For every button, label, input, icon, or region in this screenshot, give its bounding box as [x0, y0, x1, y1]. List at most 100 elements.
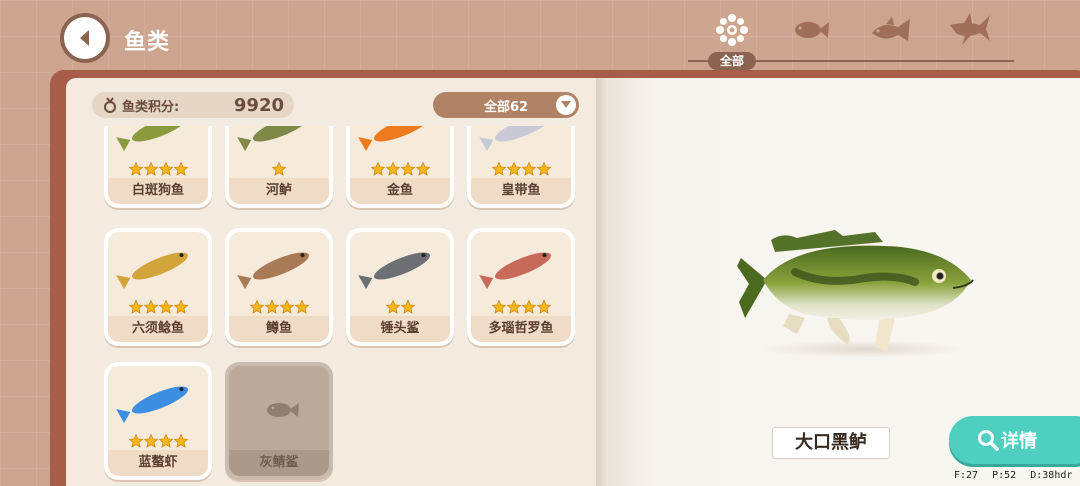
star-icon — [158, 162, 173, 176]
medium-fish-icon — [872, 17, 910, 41]
rating-stars — [471, 162, 571, 176]
card-body: 锤头鲨 — [350, 232, 450, 342]
debug-d: D:38hdr — [1030, 470, 1073, 481]
star-icon — [491, 162, 506, 176]
score-value: 9920 — [233, 94, 284, 116]
star-icon — [128, 434, 143, 448]
star-icon — [506, 300, 521, 314]
locked-fish-icon — [267, 403, 299, 417]
star-icon — [143, 434, 158, 448]
fish-card-locked[interactable]: 灰鲭鲨 — [225, 362, 333, 480]
fish-card[interactable]: 鳟鱼 — [225, 228, 333, 346]
fish-image — [116, 386, 188, 424]
star-icon — [385, 300, 400, 314]
fish-name: 金鱼 — [350, 178, 450, 204]
rating-stars — [229, 300, 329, 314]
largemouth-bass-image — [737, 230, 974, 352]
details-button[interactable]: 详情 — [949, 416, 1080, 464]
star-icon — [173, 300, 188, 314]
star-icon — [521, 300, 536, 314]
star-icon — [279, 300, 294, 314]
star-icon — [272, 162, 286, 176]
shark-icon — [950, 13, 990, 45]
star-icon — [249, 300, 264, 314]
card-body: 白斑狗鱼 — [108, 126, 208, 204]
fish-image — [237, 126, 309, 152]
tab-medium-fish[interactable] — [860, 10, 920, 50]
fish-card[interactable]: 蓝螯虾 — [104, 362, 212, 480]
fish-name: 皇带鱼 — [471, 178, 571, 204]
fish-image — [237, 252, 309, 290]
page-title: 鱼类 — [124, 30, 171, 55]
rating-stars — [350, 162, 450, 176]
rating-stars — [229, 162, 329, 176]
debug-p: P:52 — [992, 470, 1017, 481]
fish-card[interactable]: 锤头鲨 — [346, 228, 454, 346]
star-icon — [143, 300, 158, 314]
fish-image — [479, 126, 551, 152]
medal-icon — [104, 97, 116, 113]
star-icon — [536, 162, 551, 176]
star-icon — [128, 300, 143, 314]
fish-image — [116, 126, 188, 152]
fish-image — [116, 252, 188, 290]
star-icon — [400, 300, 415, 314]
star-icon — [173, 162, 188, 176]
fish-card[interactable]: 六须鲶鱼 — [104, 228, 212, 346]
card-body: 河鲈 — [229, 126, 329, 204]
fish-score: 鱼类积分: 9920 — [92, 92, 294, 118]
star-icon — [385, 162, 400, 176]
fish-card[interactable]: 白斑狗鱼 — [104, 126, 212, 208]
star-icon — [264, 300, 279, 314]
fish-card[interactable]: 河鲈 — [225, 126, 333, 208]
fish-name: 多瑙哲罗鱼 — [471, 316, 571, 342]
card-body: 灰鲭鲨 — [229, 366, 329, 476]
card-body: 六须鲶鱼 — [108, 232, 208, 342]
star-icon — [294, 300, 309, 314]
fish-name: 六须鲶鱼 — [108, 316, 208, 342]
star-icon — [415, 162, 430, 176]
rating-stars — [108, 162, 208, 176]
tab-large-fish[interactable] — [940, 10, 1000, 50]
tab-small-fish[interactable] — [780, 10, 840, 50]
fish-card[interactable]: 金鱼 — [346, 126, 454, 208]
fish-image — [479, 252, 551, 290]
star-icon — [370, 162, 385, 176]
score-label: 鱼类积分: — [122, 99, 180, 115]
card-body: 蓝螯虾 — [108, 366, 208, 476]
star-icon — [506, 162, 521, 176]
fish-card[interactable]: 皇带鱼 — [467, 126, 575, 208]
filter-label: 全部62 — [483, 99, 529, 115]
rating-stars — [108, 300, 208, 314]
rating-stars — [108, 434, 208, 448]
fish-image — [358, 252, 430, 290]
card-body: 金鱼 — [350, 126, 450, 204]
small-fish-icon — [795, 22, 829, 38]
fish-card[interactable]: 多瑙哲罗鱼 — [467, 228, 575, 346]
category-tabs: 全部 — [688, 8, 1014, 70]
filter-dropdown[interactable]: 全部62 — [433, 92, 579, 118]
active-tab-label: 全部 — [708, 52, 756, 70]
star-icon — [158, 300, 173, 314]
star-icon — [491, 300, 506, 314]
details-label: 详情 — [1001, 431, 1037, 452]
star-icon — [143, 162, 158, 176]
back-arrow-icon — [80, 30, 89, 46]
fish-name: 锤头鲨 — [350, 316, 450, 342]
fish-name: 蓝螯虾 — [108, 450, 208, 476]
star-icon — [521, 162, 536, 176]
card-body: 皇带鱼 — [471, 126, 571, 204]
star-icon — [158, 434, 173, 448]
back-button[interactable] — [60, 13, 110, 63]
tab-all[interactable] — [702, 10, 762, 50]
selected-fish-name: 大口黑鲈 — [772, 427, 890, 459]
flower-dots-icon — [716, 14, 748, 46]
rating-stars — [350, 300, 450, 314]
fish-name: 鳟鱼 — [229, 316, 329, 342]
fish-name: 河鲈 — [229, 178, 329, 204]
search-icon — [978, 430, 999, 451]
dropdown-arrow-icon — [556, 95, 576, 115]
rating-stars — [471, 300, 571, 314]
fish-grid: 白斑狗鱼 河鲈 金鱼 皇带鱼六须鲶鱼 鳟鱼 锤头鲨 多瑙哲罗鱼蓝螯虾 灰鲭鲨 — [66, 126, 596, 486]
debug-fps: F:27 — [954, 470, 979, 481]
